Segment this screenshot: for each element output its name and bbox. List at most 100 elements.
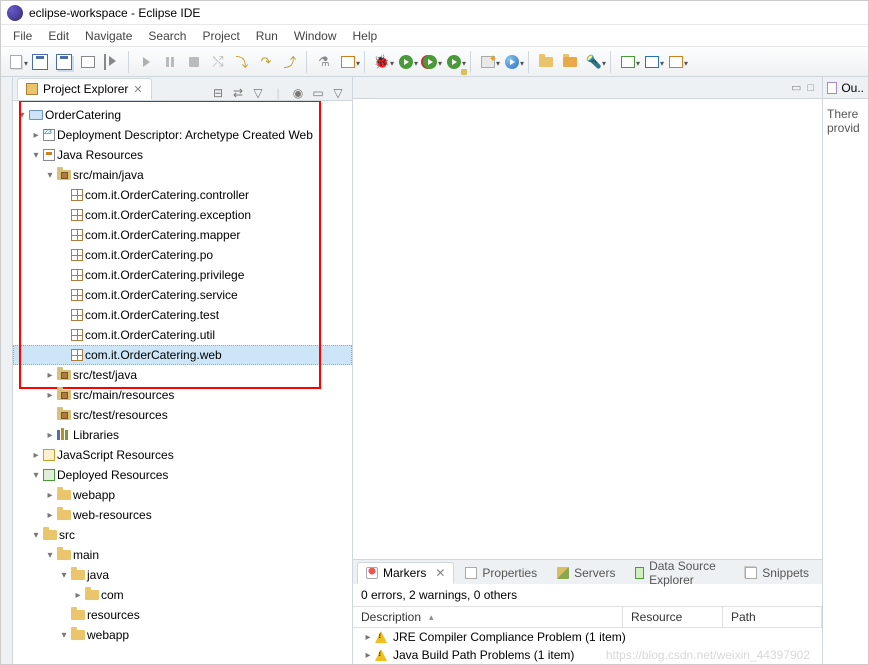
tree-src: ▾src — [13, 525, 352, 545]
explorer-icon — [26, 83, 38, 95]
libraries-icon — [57, 430, 71, 440]
tree-webresources: ▸web-resources — [13, 505, 352, 525]
separator: | — [270, 86, 286, 100]
minimize-button[interactable]: ▭ — [791, 81, 801, 94]
folder-icon — [539, 57, 553, 67]
collapse-all-button[interactable]: ⊟ — [210, 86, 226, 100]
col-path[interactable]: Path — [723, 607, 822, 627]
menu-run[interactable]: Run — [248, 27, 286, 45]
menu-edit[interactable]: Edit — [40, 27, 77, 45]
menu-help[interactable]: Help — [345, 27, 386, 45]
folder-icon — [57, 490, 71, 500]
coverage-button[interactable]: ▾ — [419, 51, 441, 73]
tree-webapp2: ▾webapp — [13, 625, 352, 645]
tree-java-resources: ▾Java Resources — [13, 145, 352, 165]
debug-button[interactable]: 🐞▾ — [371, 51, 393, 73]
outline-body: There provid — [823, 99, 868, 143]
tab-datasource[interactable]: Data Source Explorer — [626, 562, 734, 584]
focus-button[interactable]: ◉ — [290, 86, 306, 100]
open-task-button[interactable] — [559, 51, 581, 73]
toggle-button[interactable] — [77, 51, 99, 73]
tab-servers[interactable]: Servers — [548, 562, 624, 584]
menu-search[interactable]: Search — [140, 27, 194, 45]
project-explorer-tab[interactable]: Project Explorer ✕ — [17, 78, 152, 100]
tree-main: ▾main — [13, 545, 352, 565]
skip-button[interactable] — [101, 51, 123, 73]
folder-icon — [71, 570, 85, 580]
menu-project[interactable]: Project — [194, 27, 247, 45]
tree-package: ▸com.it.OrderCatering.service — [13, 285, 352, 305]
stepinto-button[interactable]: ⤵ — [231, 51, 253, 73]
tab-snippets[interactable]: Snippets — [736, 562, 818, 584]
tree-java: ▾java — [13, 565, 352, 585]
outline-view: Ou.. There provid — [822, 77, 868, 664]
folder-icon — [43, 530, 57, 540]
newserver-button[interactable]: ✦▾ — [477, 51, 499, 73]
editor-top-controls: ▭ □ — [353, 77, 822, 99]
dd-icon — [43, 129, 55, 141]
open-type-button[interactable] — [535, 51, 557, 73]
col-description[interactable]: Description▴ — [353, 607, 623, 627]
tree-deployed-resources: ▾Deployed Resources — [13, 465, 352, 485]
srcfolder-icon — [57, 410, 71, 420]
separator — [470, 51, 472, 73]
project-explorer-view: Project Explorer ✕ ⊟ ⇄ ▽ | ◉ ▭ ▽ ▾OrderC… — [13, 77, 353, 664]
col-resource[interactable]: Resource — [623, 607, 723, 627]
wizard3-button[interactable]: ▾ — [665, 51, 687, 73]
close-icon[interactable]: ✕ — [133, 83, 142, 96]
left-gutter[interactable] — [1, 77, 13, 664]
wizard1-button[interactable]: ▾ — [617, 51, 639, 73]
link-editor-button[interactable]: ⇄ — [230, 86, 246, 100]
tab-markers[interactable]: Markers✕ — [357, 562, 454, 584]
save-all-button[interactable] — [53, 51, 75, 73]
markers-row[interactable]: ▸JRE Compiler Compliance Problem (1 item… — [353, 628, 822, 646]
markers-header: Description▴ Resource Path — [353, 607, 822, 628]
folder-icon — [71, 610, 85, 620]
min-button[interactable]: ▭ — [310, 86, 326, 100]
disconnect-button[interactable]: ⤭ — [207, 51, 229, 73]
view-menu-button[interactable]: ▽ — [330, 86, 346, 100]
project-tree[interactable]: ▾OrderCatering ▸Deployment Descriptor: A… — [13, 101, 352, 664]
sort-indicator: ▴ — [429, 612, 434, 623]
markers-row[interactable]: ▸Java Build Path Problems (1 item) — [353, 646, 822, 664]
package-icon — [71, 329, 83, 341]
save-button[interactable] — [29, 51, 51, 73]
project-explorer-label: Project Explorer — [43, 82, 128, 96]
new-button[interactable]: ▾ — [5, 51, 27, 73]
launch-button[interactable]: ⚗ — [313, 51, 335, 73]
titlebar: eclipse-workspace - Eclipse IDE — [1, 1, 868, 25]
stepover-button[interactable]: ↷ — [255, 51, 277, 73]
tree-package: ▸com.it.OrderCatering.po — [13, 245, 352, 265]
build-button[interactable]: ▾ — [337, 51, 359, 73]
stepreturn-button[interactable]: ⤴ — [279, 51, 301, 73]
outline-title: Ou.. — [841, 81, 864, 95]
run-icon — [399, 55, 413, 69]
outline-header[interactable]: Ou.. — [823, 77, 868, 99]
tab-properties[interactable]: Properties — [456, 562, 546, 584]
filter-button[interactable]: ▽ — [250, 86, 266, 100]
close-icon[interactable]: ✕ — [435, 566, 445, 580]
window-title: eclipse-workspace - Eclipse IDE — [29, 6, 200, 20]
markers-icon — [366, 567, 378, 579]
pause-button[interactable] — [159, 51, 181, 73]
sphere-icon — [505, 55, 519, 69]
stop-button[interactable] — [183, 51, 205, 73]
search-button[interactable]: 🔦▾ — [583, 51, 605, 73]
box-icon — [81, 56, 95, 68]
menu-window[interactable]: Window — [286, 27, 345, 45]
runserver-button[interactable]: ▾ — [443, 51, 465, 73]
search-icon: 🔦 — [586, 54, 602, 70]
newtype-button[interactable]: ▾ — [501, 51, 523, 73]
outline-icon — [827, 82, 837, 94]
warning-icon — [375, 631, 387, 643]
menu-navigate[interactable]: Navigate — [77, 27, 140, 45]
maximize-button[interactable]: □ — [807, 82, 814, 94]
package-icon — [71, 309, 83, 321]
run-button[interactable]: ▾ — [395, 51, 417, 73]
wizard2-button[interactable]: ▾ — [641, 51, 663, 73]
resume-button[interactable] — [135, 51, 157, 73]
srcfolder-icon — [57, 170, 71, 180]
separator — [128, 51, 130, 73]
tree-deployment-descriptor: ▸Deployment Descriptor: Archetype Create… — [13, 125, 352, 145]
menu-file[interactable]: File — [5, 27, 40, 45]
